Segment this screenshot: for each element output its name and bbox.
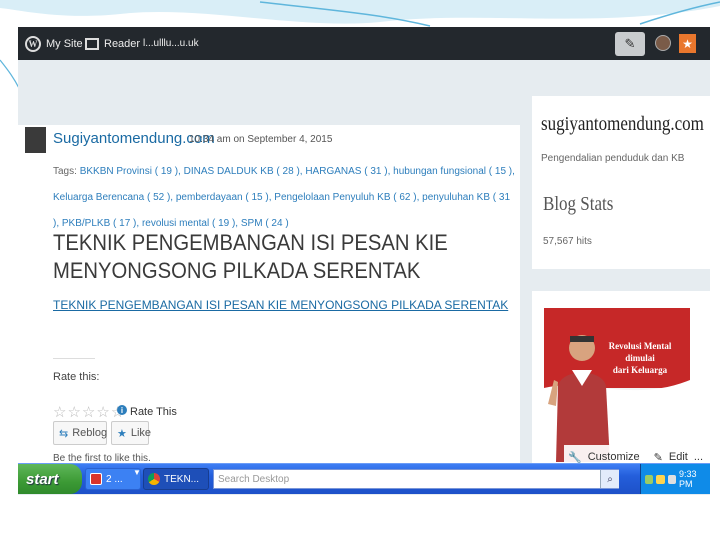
reader-link[interactable]: Reader	[85, 27, 140, 60]
rate-this-label: Rate This	[130, 406, 177, 418]
slide-header-decoration	[0, 0, 720, 27]
reader-icon	[85, 37, 99, 50]
hits-count: 57,567 hits	[543, 236, 592, 247]
like-label: Like	[130, 427, 152, 439]
star-icon[interactable]: ☆	[96, 403, 109, 421]
star-icon[interactable]: ☆	[82, 403, 95, 421]
notifications-button[interactable]: ★	[679, 34, 696, 53]
star-icon[interactable]: ☆	[67, 403, 80, 421]
taskbar-item-2[interactable]: TEKN...	[143, 468, 209, 490]
post-tags: Tags: BKKBN Provinsi ( 19 ), DINAS DALDU…	[53, 159, 518, 237]
tray-icon[interactable]	[645, 474, 654, 484]
author-avatar[interactable]	[25, 127, 46, 153]
system-tray: 9:33 PM	[640, 464, 710, 494]
wordpress-icon: W	[25, 35, 41, 52]
more-link[interactable]: ...	[694, 451, 703, 463]
clock[interactable]: 9:33 PM	[679, 469, 710, 489]
volume-icon[interactable]	[667, 474, 676, 484]
user-avatar[interactable]	[655, 35, 671, 51]
blog-stats-title: Blog Stats	[543, 193, 614, 215]
chrome-icon	[148, 473, 160, 485]
post-date[interactable]: 10:34 am on September 4, 2015	[189, 134, 332, 145]
app-icon	[90, 473, 102, 485]
rate-label: Rate this:	[53, 371, 100, 383]
tag-link[interactable]: 52 ),	[153, 192, 173, 203]
customize-link[interactable]: Customize	[588, 451, 640, 463]
my-site-label: My Site	[46, 37, 83, 50]
tray-icon[interactable]	[656, 474, 665, 484]
reblog-label: Reblog	[72, 427, 108, 439]
tag-link[interactable]: Pengelolaan Penyuluh KB ( 62 ),	[274, 192, 419, 203]
tag-link[interactable]: revolusi mental ( 19 ),	[142, 218, 238, 229]
tags-label: Tags:	[53, 166, 77, 177]
banner-caption: Revolusi Mental dimulai dari Keluarga	[608, 341, 672, 375]
admin-bar-extra-text: l...ulllu...u.uk	[143, 38, 199, 49]
banner-image[interactable]: Revolusi Mental dimulai dari Keluarga	[544, 308, 690, 462]
screenshot-frame: W My Site Reader l...ulllu...u.uk ✎ ★ Su…	[18, 27, 710, 495]
tag-link[interactable]: DINAS DALDUK KB ( 28 ),	[184, 166, 303, 177]
sidebar-site-name[interactable]: sugiyantomendung.com	[541, 113, 704, 136]
tag-link[interactable]: hubungan fungsional ( 15 ),	[393, 166, 515, 177]
tag-link[interactable]: pemberdayaan ( 15 ),	[176, 192, 272, 203]
post-title[interactable]: TEKNIK PENGEMBANGAN ISI PESAN KIE MENYON…	[53, 229, 458, 285]
slide-left-decoration	[0, 59, 20, 90]
tag-link[interactable]: BKKBN Provinsi ( 19 ),	[80, 166, 181, 177]
search-desktop-input[interactable]: Search Desktop	[213, 469, 619, 489]
tag-link[interactable]: Keluarga Berencana (	[53, 192, 150, 203]
search-icon[interactable]: ⌕	[600, 470, 619, 488]
star-icon: ★	[682, 36, 693, 51]
wrench-icon[interactable]: 🔧	[568, 451, 582, 464]
tag-link[interactable]: SPM ( 24 )	[241, 218, 289, 229]
windows-taskbar: start 2 ... ▼ TEKN... Search Desktop ⌕ 9…	[18, 463, 710, 494]
start-button[interactable]: start	[18, 464, 82, 494]
banner-graphic	[544, 308, 690, 462]
reblog-button[interactable]: ⇆ Reblog	[53, 421, 107, 445]
edit-link[interactable]: Edit	[669, 451, 688, 463]
divider	[53, 358, 95, 359]
info-icon[interactable]: i	[117, 405, 127, 415]
chevron-down-icon[interactable]: ▼	[133, 468, 141, 477]
tag-link[interactable]: HARGANAS ( 31 ),	[305, 166, 390, 177]
write-icon: ✎	[624, 36, 636, 51]
star-icon[interactable]: ☆	[53, 403, 66, 421]
like-button[interactable]: ★ Like	[111, 421, 152, 445]
site-tagline: Pengendalian penduduk dan KB	[541, 153, 685, 164]
tag-link[interactable]: PKB/PLKB ( 17 ),	[62, 218, 139, 229]
my-site-link[interactable]: W My Site	[25, 27, 83, 60]
edit-icon[interactable]: ✎	[654, 451, 663, 464]
star-icon: ★	[117, 427, 127, 440]
reader-label: Reader	[104, 37, 141, 50]
wordpress-admin-bar: W My Site Reader l...ulllu...u.uk ✎ ★	[18, 27, 710, 60]
write-button[interactable]: ✎	[615, 32, 645, 56]
rating-stars[interactable]: ☆ ☆ ☆ ☆ ☆	[53, 403, 124, 421]
reblog-icon: ⇆	[59, 427, 69, 440]
post-content-link[interactable]: TEKNIK PENGEMBANGAN ISI PESAN KIE MENYON…	[53, 298, 508, 312]
